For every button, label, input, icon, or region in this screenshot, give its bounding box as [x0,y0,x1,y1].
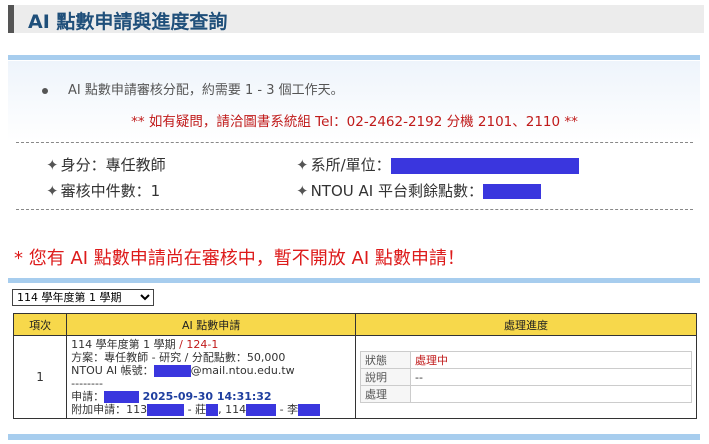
progress-cell: 狀態 處理中 說明 -- 處理 [355,335,697,419]
apply-time: 2025-09-30 14:31:32 [142,390,272,403]
pending-warning: * 您有 AI 點數申請尚在審核中，暫不開放 AI 點數申請！ [14,248,465,269]
header-progress: 處理進度 [355,313,697,336]
application-slash: / [175,338,187,351]
note-label: 說明 [360,368,411,386]
application-id: 124-1 [186,338,219,351]
redacted-extra-4 [298,404,321,416]
redacted-extra-3 [246,404,277,416]
department-label: 系所/單位： [310,156,391,174]
handle-value [410,385,692,403]
application-cell: 114 學年度第 1 學期 / 124-1 方案：專任教師 - 研究 / 分配點… [66,335,356,419]
redacted-points [482,184,541,199]
application-apply-line: 申請： 2025-09-30 14:31:32 [71,390,351,403]
redacted-department [390,157,579,174]
bullet-icon [42,87,48,94]
redacted-account [153,365,191,377]
row-index: 1 [12,335,68,419]
handle-label: 處理 [360,385,411,403]
table-row: 1 114 學年度第 1 學期 / 124-1 方案：專任教師 - 研究 / 分… [12,335,697,419]
star-icon: ✦ [296,156,309,174]
status-table: 狀態 處理中 說明 -- 處理 [360,351,692,403]
contact-info: ** 如有疑問，請洽圖書系統組 Tel：02-2462-2192 分機 2101… [131,114,578,130]
semester-select[interactable]: 114 學年度第 1 學期 [12,289,154,306]
application-extra-line: 附加申請：113 - 莊 , 114 - 李 [71,403,351,416]
dashed-divider [16,209,693,210]
note-row: 說明 -- [360,368,692,386]
star-icon: ✦ [46,182,59,200]
redacted-extra-2 [206,404,219,416]
redacted-extra-1 [147,404,185,416]
remaining-points-row: ✦ NTOU AI 平台剩餘點數： [296,180,541,201]
identity-row: ✦ 身分：專任教師 [46,154,166,175]
account-domain: @mail.ntou.edu.tw [190,364,295,377]
status-value: 處理中 [410,351,692,369]
identity-label: 身分： [60,156,106,174]
page-title-bar: AI 點數申請與進度查詢 [8,5,704,33]
page-title: AI 點數申請與進度查詢 [28,11,228,33]
note-value: -- [410,368,692,386]
application-semester: 114 學年度第 1 學期 [71,338,176,351]
identity-value: 專任教師 [105,156,166,174]
extra-mid-1: - 莊 [184,403,207,416]
header-index: 項次 [12,313,68,336]
table-header-row: 項次 AI 點數申請 處理進度 [12,313,697,336]
header-application: AI 點數申請 [66,313,356,336]
divider-top [8,55,700,60]
redacted-applicant [104,391,140,403]
extra-prefix: 附加申請：113 [71,403,148,416]
pending-value: 1 [150,182,161,200]
application-divider: -------- [71,377,103,390]
divider-bottom [8,434,700,440]
pending-label: 審核中件數： [60,182,151,200]
extra-mid-3: - 李 [276,403,299,416]
star-icon: ✦ [296,182,309,200]
application-semester-line: 114 學年度第 1 學期 / 124-1 [71,338,351,351]
remaining-points-label: NTOU AI 平台剩餘點數： [310,182,483,200]
status-label: 狀態 [360,351,411,369]
divider-mid [8,278,700,283]
application-plan: 方案：專任教師 - 研究 / 分配點數：50,000 [71,351,286,364]
notice-bullet: AI 點數申請審核分配，約需要 1 - 3 個工作天。 [42,79,344,98]
apply-label: 申請： [71,390,105,403]
status-row: 狀態 處理中 [360,351,692,369]
application-table: 項次 AI 點數申請 處理進度 1 114 學年度第 1 學期 / 124-1 … [12,313,697,419]
account-label: NTOU AI 帳號： [71,364,154,377]
handle-row: 處理 [360,385,692,403]
star-icon: ✦ [46,156,59,174]
dashed-divider [16,142,693,143]
application-account-line: NTOU AI 帳號： @mail.ntou.edu.tw [71,364,351,377]
notice-text: AI 點數申請審核分配，約需要 1 - 3 個工作天。 [68,83,344,98]
department-row: ✦ 系所/單位： [296,154,579,175]
pending-row: ✦ 審核中件數：1 [46,180,160,201]
extra-mid-2: , 114 [218,403,247,416]
